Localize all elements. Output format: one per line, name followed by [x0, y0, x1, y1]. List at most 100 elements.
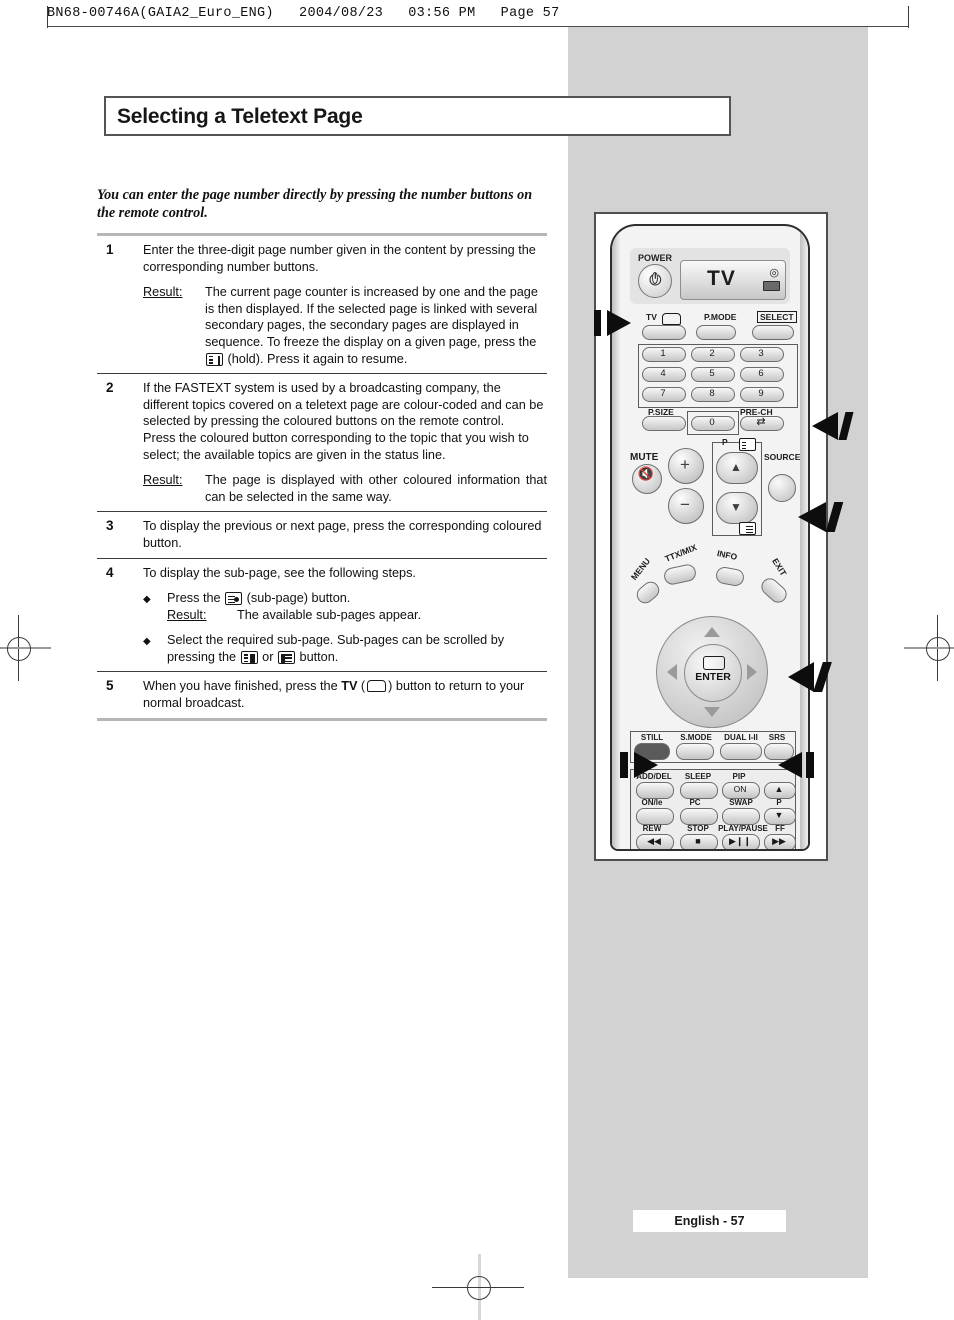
swap-button[interactable]: [722, 808, 760, 825]
step-text-mid: (: [357, 679, 366, 694]
power-button[interactable]: ⏻: [638, 264, 672, 298]
step-text-a: When you have finished, press the: [143, 679, 342, 694]
step-number: 4: [106, 564, 114, 580]
dpad-left-icon[interactable]: [667, 664, 677, 680]
mute-icon: 🔇: [637, 466, 655, 481]
result-text-a: The current page counter is increased by…: [205, 285, 538, 349]
sleep-button[interactable]: [680, 782, 718, 799]
page-down-chevron-icon: ▼: [774, 810, 784, 820]
result-text: The available sub-pages appear.: [237, 607, 422, 622]
pc-button[interactable]: [680, 808, 718, 825]
ttxmix-label: TTX/MIX: [663, 542, 699, 564]
num-label-5: 5: [709, 368, 715, 379]
ff-label: FF: [775, 824, 785, 833]
step-item: 3 To display the previous or next page, …: [97, 512, 547, 557]
result-text-b: (hold). Press it again to resume.: [224, 351, 408, 366]
source-label: SOURCE: [764, 452, 801, 462]
subpage-key-icon: [225, 592, 243, 606]
minus-icon: −: [680, 495, 690, 514]
enter-label: ENTER: [695, 671, 731, 683]
rewind-icon: ◀◀: [647, 836, 661, 846]
step-item: 5 When you have finished, press the TV (…: [97, 672, 547, 717]
num-label-1: 1: [660, 348, 666, 359]
bullet-text-b: (sub-page) button.: [243, 591, 351, 606]
mute-label: MUTE: [630, 452, 659, 463]
page-footer-tag: English - 57: [633, 1210, 786, 1232]
num-label-6: 6: [758, 368, 764, 379]
bullet-text: Select the required sub-page. Sub-pages …: [167, 632, 547, 665]
dpad-right-icon[interactable]: [747, 664, 757, 680]
psize-button[interactable]: [642, 416, 686, 431]
prech-icon: ⇄: [756, 416, 766, 428]
header-tick-right: [908, 6, 909, 28]
step-number: 5: [106, 678, 114, 694]
page-title-box: Selecting a Teletext Page: [104, 96, 731, 136]
online-button[interactable]: [636, 808, 674, 825]
step-number: 2: [106, 380, 114, 396]
result-label: Result:: [143, 285, 183, 300]
rule-bottom: [97, 717, 547, 721]
tv-key-icon: [367, 680, 387, 693]
bullet-text-mid: or: [258, 649, 277, 664]
bullet-item: ◆ Press the (sub-page) button. Result: T…: [143, 590, 547, 623]
source-button[interactable]: [768, 474, 796, 502]
signal-icon: ◎: [769, 267, 779, 279]
pmode-row-label: P.MODE: [704, 312, 737, 322]
fast-forward-icon: ▶▶: [772, 836, 786, 846]
pip-on-label: ON: [733, 784, 747, 794]
chevron-down-icon: ▼: [730, 500, 742, 514]
chevron-up-icon: ▲: [730, 460, 742, 474]
plus-icon: +: [680, 455, 690, 474]
dpad-down-icon[interactable]: [704, 707, 720, 717]
adddel-button[interactable]: [636, 782, 674, 799]
battery-icon: [763, 281, 780, 291]
menu-button[interactable]: [633, 578, 663, 607]
exit-label: EXIT: [770, 556, 789, 578]
p-label: P: [722, 437, 728, 447]
step-text: Enter the three-digit page number given …: [143, 243, 536, 274]
step-number: 1: [106, 242, 114, 257]
dual-button[interactable]: [720, 743, 762, 760]
step-result: Result: The current page counter is incr…: [143, 284, 547, 367]
num-label-7: 7: [660, 388, 666, 399]
info-button[interactable]: [714, 565, 746, 588]
playpause-label: PLAY/PAUSE: [718, 824, 768, 833]
subpage-prev-key-icon: 1: [278, 650, 295, 664]
smode-button[interactable]: [676, 743, 714, 760]
enter-icon: [703, 656, 725, 670]
result-text: The page is displayed with other coloure…: [205, 473, 547, 504]
bullet-list: ◆ Press the (sub-page) button. Result: T…: [143, 590, 547, 665]
pmode-button[interactable]: [696, 325, 736, 340]
tv-row-key-icon: [662, 313, 681, 325]
pc-label: PC: [689, 798, 701, 807]
num-label-8: 8: [709, 388, 715, 399]
print-header-text: BN68-00746A(GAIA2_Euro_ENG) 2004/08/23 0…: [47, 6, 560, 21]
exit-button[interactable]: [757, 574, 791, 607]
result-label: Result:: [167, 607, 207, 622]
step-text-2: Press the coloured button corresponding …: [143, 430, 529, 462]
bullet-result: Result: The available sub-pages appear.: [167, 607, 547, 624]
stop-label: STOP: [687, 824, 709, 833]
enter-button[interactable]: ENTER: [684, 644, 742, 702]
bullet-diamond-icon: ◆: [143, 636, 151, 648]
step-item: 4 To display the sub-page, see the follo…: [97, 559, 547, 672]
step-item: 2 If the FASTEXT system is used by a bro…: [97, 374, 547, 511]
bullet-text-b: button.: [296, 649, 339, 664]
select-button[interactable]: [752, 325, 794, 340]
num-label-4: 4: [660, 368, 666, 379]
dpad-up-icon[interactable]: [704, 627, 720, 637]
result-text: The current page counter is increased by…: [205, 284, 547, 367]
step-text: To display the sub-page, see the followi…: [143, 565, 416, 580]
intro-paragraph: You can enter the page number directly b…: [97, 187, 533, 221]
power-icon: ⏻: [649, 272, 662, 289]
dpad[interactable]: ENTER: [656, 616, 768, 728]
result-label: Result:: [143, 473, 183, 488]
tv-button[interactable]: [642, 325, 686, 340]
lcd-mode-text: TV: [707, 267, 736, 290]
num-label-9: 9: [758, 388, 764, 399]
ttxmix-button[interactable]: [662, 562, 698, 587]
step-text: To display the previous or next page, pr…: [143, 519, 542, 550]
srs-label: SRS: [768, 733, 786, 742]
num-label-2: 2: [709, 348, 715, 359]
dual-label: DUAL I-II: [724, 733, 758, 742]
